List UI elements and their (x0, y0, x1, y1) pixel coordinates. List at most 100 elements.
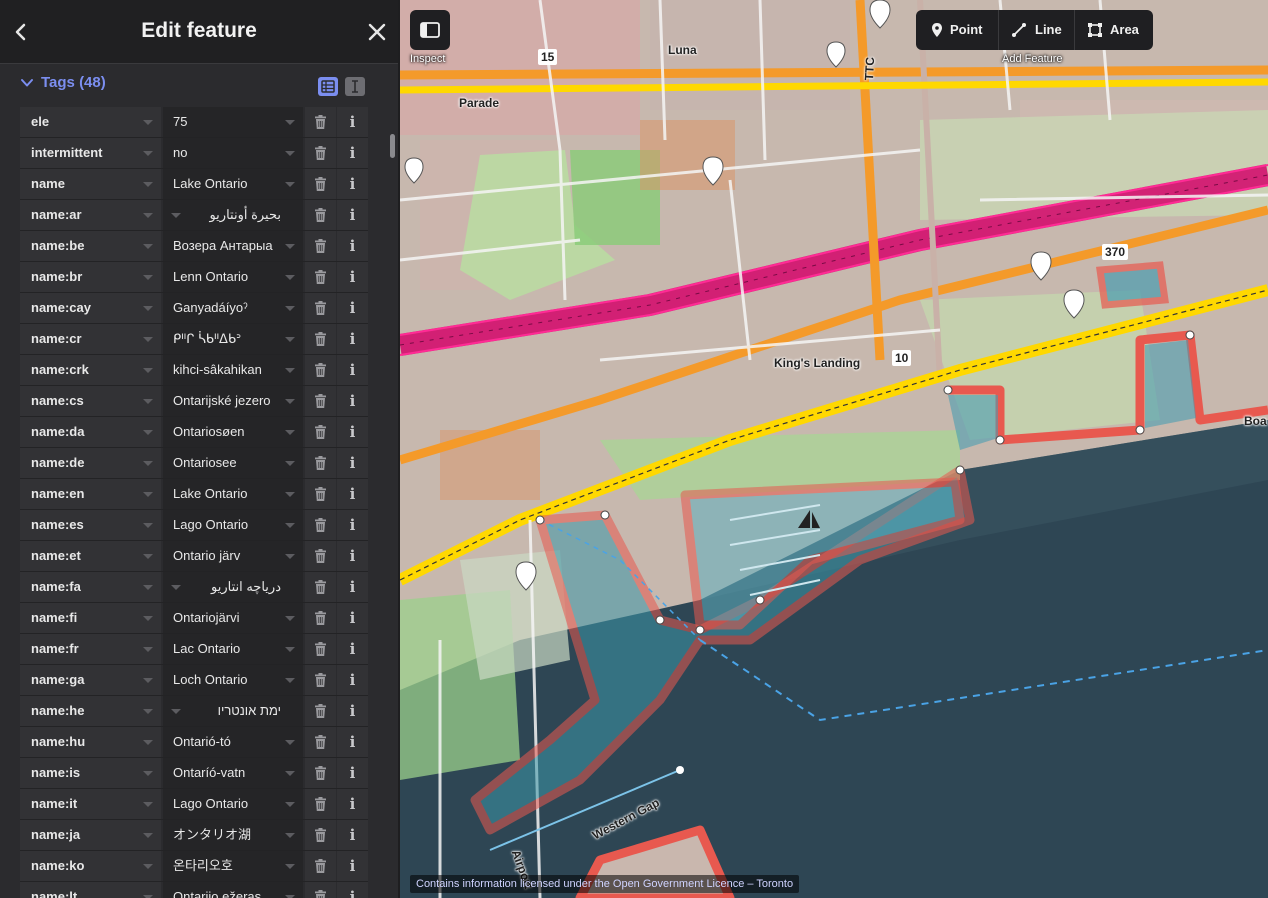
list-view-button[interactable] (318, 77, 338, 96)
tag-info-button[interactable]: i (337, 138, 368, 168)
tag-key-input[interactable]: name:ja (20, 820, 161, 850)
tag-value-input[interactable]: Ontarijské jezero (163, 386, 303, 416)
delete-tag-button[interactable] (305, 727, 336, 757)
tag-value-input[interactable]: Ontario järv (163, 541, 303, 571)
delete-tag-button[interactable] (305, 324, 336, 354)
tag-key-input[interactable]: name:ga (20, 665, 161, 695)
tag-info-button[interactable]: i (337, 262, 368, 292)
tags-section-header[interactable]: Tags (48) (0, 68, 398, 100)
tag-value-input[interactable]: Ontaríó-vatn (163, 758, 303, 788)
tag-value-input[interactable]: Ontariosøen (163, 417, 303, 447)
tag-key-input[interactable]: name:he (20, 696, 161, 726)
delete-tag-button[interactable] (305, 820, 336, 850)
tag-key-input[interactable]: name:de (20, 448, 161, 478)
tag-value-input[interactable]: Lago Ontario (163, 510, 303, 540)
delete-tag-button[interactable] (305, 479, 336, 509)
tag-value-input[interactable]: オンタリオ湖 (163, 820, 303, 850)
delete-tag-button[interactable] (305, 386, 336, 416)
inspect-button[interactable] (410, 10, 450, 50)
text-view-button[interactable] (345, 77, 365, 96)
tag-info-button[interactable]: i (337, 696, 368, 726)
tag-key-input[interactable]: name:et (20, 541, 161, 571)
tag-value-input[interactable]: no (163, 138, 303, 168)
delete-tag-button[interactable] (305, 231, 336, 261)
delete-tag-button[interactable] (305, 448, 336, 478)
tag-key-input[interactable]: name:es (20, 510, 161, 540)
tag-value-input[interactable]: Lenn Ontario (163, 262, 303, 292)
tag-value-input[interactable]: بحيرة أونتاريو (163, 200, 303, 230)
delete-tag-button[interactable] (305, 882, 336, 898)
back-button[interactable] (10, 20, 32, 44)
delete-tag-button[interactable] (305, 417, 336, 447)
delete-tag-button[interactable] (305, 262, 336, 292)
map-attribution[interactable]: Contains information licensed under the … (410, 875, 800, 893)
tag-key-input[interactable]: name:fa (20, 572, 161, 602)
delete-tag-button[interactable] (305, 696, 336, 726)
tag-info-button[interactable]: i (337, 231, 368, 261)
tag-key-input[interactable]: name:cay (20, 293, 161, 323)
tag-info-button[interactable]: i (337, 107, 368, 137)
tag-info-button[interactable]: i (337, 200, 368, 230)
delete-tag-button[interactable] (305, 138, 336, 168)
tag-key-input[interactable]: name:cs (20, 386, 161, 416)
close-button[interactable] (364, 19, 390, 45)
tag-key-input[interactable]: name:ko (20, 851, 161, 881)
tag-value-input[interactable]: دریاچه انتاریو (163, 572, 303, 602)
delete-tag-button[interactable] (305, 572, 336, 602)
tag-key-input[interactable]: name:crk (20, 355, 161, 385)
tag-value-input[interactable]: kihci-sâkahikan (163, 355, 303, 385)
delete-tag-button[interactable] (305, 603, 336, 633)
tag-key-input[interactable]: intermittent (20, 138, 161, 168)
tag-info-button[interactable]: i (337, 510, 368, 540)
tag-info-button[interactable]: i (337, 355, 368, 385)
tag-info-button[interactable]: i (337, 386, 368, 416)
tag-value-input[interactable]: Ganyadáíyoˀ (163, 293, 303, 323)
tag-key-input[interactable]: name:hu (20, 727, 161, 757)
tag-key-input[interactable]: name:en (20, 479, 161, 509)
delete-tag-button[interactable] (305, 665, 336, 695)
tag-key-input[interactable]: name:is (20, 758, 161, 788)
tag-value-input[interactable]: Ontariojärvi (163, 603, 303, 633)
tag-key-input[interactable]: name:fr (20, 634, 161, 664)
delete-tag-button[interactable] (305, 789, 336, 819)
tag-info-button[interactable]: i (337, 448, 368, 478)
tag-key-input[interactable]: name:da (20, 417, 161, 447)
tag-key-input[interactable]: name:cr (20, 324, 161, 354)
tag-value-input[interactable]: Lago Ontario (163, 789, 303, 819)
tag-key-input[interactable]: name (20, 169, 161, 199)
tag-info-button[interactable]: i (337, 882, 368, 898)
delete-tag-button[interactable] (305, 107, 336, 137)
map-view[interactable]: Luna Parade King's Landing TTC Western G… (400, 0, 1268, 898)
tag-value-input[interactable]: Lac Ontario (163, 634, 303, 664)
map-canvas[interactable] (400, 0, 1268, 898)
tag-info-button[interactable]: i (337, 758, 368, 788)
tag-value-input[interactable]: ᑭᐦᒋ ᓵᑲᐦᐃᑲᐣ (163, 324, 303, 354)
tag-key-input[interactable]: ele (20, 107, 161, 137)
delete-tag-button[interactable] (305, 355, 336, 385)
tag-info-button[interactable]: i (337, 634, 368, 664)
tag-info-button[interactable]: i (337, 417, 368, 447)
add-line-button[interactable]: Line (998, 10, 1072, 50)
tag-key-input[interactable]: name:ar (20, 200, 161, 230)
tag-info-button[interactable]: i (337, 324, 368, 354)
delete-tag-button[interactable] (305, 200, 336, 230)
delete-tag-button[interactable] (305, 758, 336, 788)
tag-value-input[interactable]: 75 (163, 107, 303, 137)
tag-value-input[interactable]: 온타리오호 (163, 851, 303, 881)
tag-value-input[interactable]: Ontarió-tó (163, 727, 303, 757)
tag-key-input[interactable]: name:it (20, 789, 161, 819)
delete-tag-button[interactable] (305, 851, 336, 881)
sidebar-scrollbar[interactable] (390, 134, 395, 158)
tag-info-button[interactable]: i (337, 541, 368, 571)
tag-info-button[interactable]: i (337, 572, 368, 602)
delete-tag-button[interactable] (305, 293, 336, 323)
tag-value-input[interactable]: ימת אונטריו (163, 696, 303, 726)
tag-info-button[interactable]: i (337, 851, 368, 881)
add-area-button[interactable]: Area (1074, 10, 1153, 50)
tag-key-input[interactable]: name:fi (20, 603, 161, 633)
tag-key-input[interactable]: name:lt (20, 882, 161, 898)
tag-value-input[interactable]: Ontariosee (163, 448, 303, 478)
tag-info-button[interactable]: i (337, 603, 368, 633)
tag-value-input[interactable]: Lake Ontario (163, 479, 303, 509)
tag-value-input[interactable]: Lake Ontario (163, 169, 303, 199)
